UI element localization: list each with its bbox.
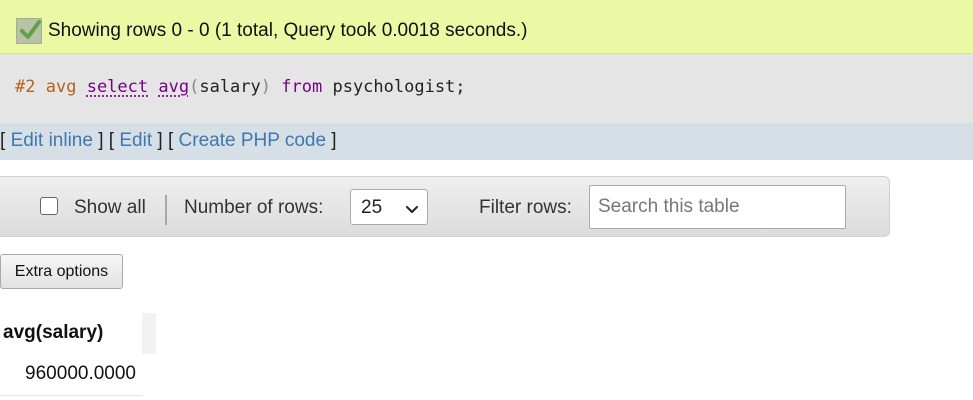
search-table-input[interactable] — [589, 185, 846, 229]
bracket-close: ] — [326, 130, 337, 151]
sql-query-text[interactable]: #2 avg select avg(salary) from psycholog… — [15, 77, 466, 97]
sql-query-prefix: avg — [45, 77, 77, 97]
extra-options-button[interactable]: Extra options — [0, 254, 123, 289]
sql-paren-close: ) — [260, 77, 272, 97]
sql-keyword-from: from — [281, 77, 323, 97]
navigation-divider — [165, 195, 167, 225]
sql-column-name: salary — [199, 77, 261, 97]
edit-link[interactable]: Edit — [119, 130, 152, 151]
success-message-text: Showing rows 0 - 0 (1 total, Query took … — [48, 20, 528, 41]
bracket-separator: ] [ — [152, 130, 179, 151]
sql-keyword-select[interactable]: select — [87, 77, 148, 97]
sql-function-avg[interactable]: avg — [158, 77, 189, 97]
sql-query-number: #2 — [15, 77, 36, 97]
create-php-code-link[interactable]: Create PHP code — [179, 130, 327, 151]
sql-table-name: psychologist; — [332, 77, 466, 97]
chevron-down-icon — [405, 202, 419, 220]
number-of-rows-label: Number of rows: — [184, 197, 324, 218]
sql-paren-open: ( — [189, 77, 200, 97]
bracket-open: [ — [0, 130, 11, 151]
bracket-separator: ] [ — [92, 130, 120, 151]
show-all-checkbox[interactable] — [40, 197, 58, 215]
table-cell-avg-salary[interactable]: 960000.0000 — [0, 363, 136, 385]
column-header-avg-salary[interactable]: avg(salary) — [3, 322, 103, 344]
number-of-rows-value: 25 — [361, 197, 383, 218]
show-all-label[interactable]: Show all — [74, 197, 146, 219]
checkmark-icon — [16, 18, 42, 44]
filter-rows-label: Filter rows: — [479, 197, 572, 218]
edit-inline-link[interactable]: Edit inline — [11, 130, 93, 151]
query-actions: [ Edit inline ] [ Edit ] [ Create PHP co… — [0, 130, 337, 152]
